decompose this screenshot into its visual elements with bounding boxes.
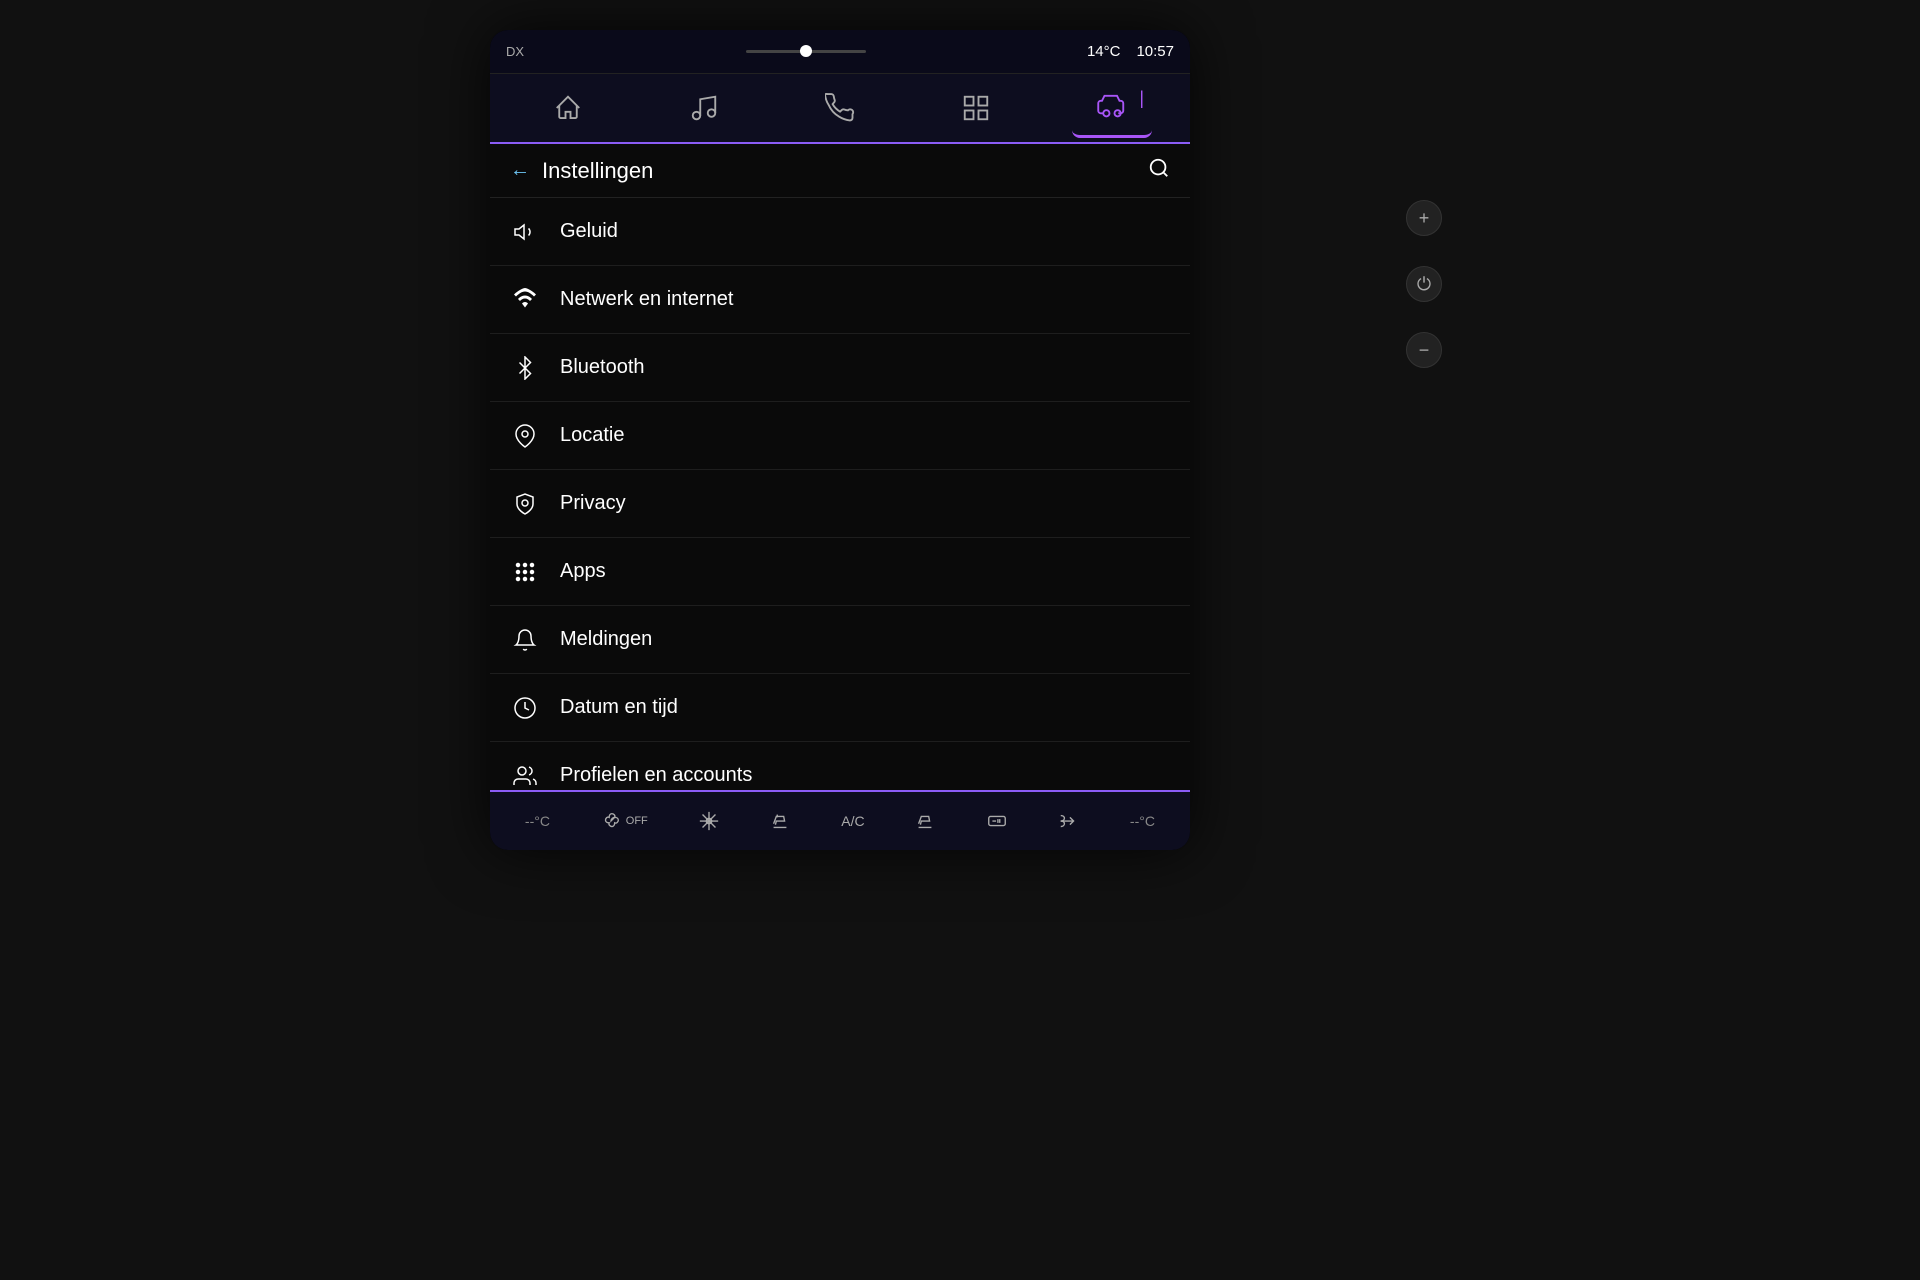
infotainment-screen: DX 14°C 10:57	[490, 30, 1190, 850]
settings-item-datum[interactable]: Datum en tijd	[490, 674, 1190, 742]
ac-button[interactable]: A/C	[841, 813, 864, 829]
privacy-icon	[510, 489, 540, 519]
defrost-rear[interactable]	[986, 810, 1008, 832]
locatie-label: Locatie	[560, 424, 625, 447]
meldingen-label: Meldingen	[560, 628, 652, 651]
back-button[interactable]: ←	[510, 159, 530, 182]
defrost-front[interactable]	[698, 810, 720, 832]
tab-apps[interactable]	[936, 78, 1016, 138]
settings-list: Geluid Netwerk en internet	[490, 198, 1190, 790]
tab-media[interactable]	[664, 78, 744, 138]
volume-slider[interactable]	[746, 50, 866, 53]
settings-item-profielen[interactable]: Profielen en accounts	[490, 742, 1190, 790]
fan-label: OFF	[626, 815, 648, 827]
heated-seat-passenger[interactable]	[914, 810, 936, 832]
settings-item-meldingen[interactable]: Meldingen	[490, 606, 1190, 674]
temperature-display: 14°C	[1087, 43, 1121, 60]
settings-item-privacy[interactable]: Privacy	[490, 470, 1190, 538]
navigation-tabs: |	[490, 74, 1190, 144]
sound-icon	[510, 217, 540, 247]
settings-item-bluetooth[interactable]: Bluetooth	[490, 334, 1190, 402]
car-background: DX 14°C 10:57	[0, 0, 1920, 1280]
geluid-label: Geluid	[560, 220, 618, 243]
signal-indicator: DX	[506, 44, 524, 59]
page-title: Instellingen	[542, 158, 653, 184]
settings-item-locatie[interactable]: Locatie	[490, 402, 1190, 470]
profiles-icon	[510, 761, 540, 791]
settings-item-apps[interactable]: Apps	[490, 538, 1190, 606]
settings-item-netwerk[interactable]: Netwerk en internet	[490, 266, 1190, 334]
temp-right[interactable]: --°C	[1130, 813, 1155, 829]
bluetooth-label: Bluetooth	[560, 356, 645, 379]
status-bar: DX 14°C 10:57	[490, 30, 1190, 74]
airflow-control[interactable]	[1058, 810, 1080, 832]
climate-bar: --°C OFF	[490, 790, 1190, 850]
settings-item-geluid[interactable]: Geluid	[490, 198, 1190, 266]
apps-icon	[510, 557, 540, 587]
volume-plus-button[interactable]: +	[1406, 200, 1442, 236]
temp-left[interactable]: --°C	[525, 813, 550, 829]
netwerk-label: Netwerk en internet	[560, 288, 733, 311]
apps-label: Apps	[560, 560, 606, 583]
profielen-label: Profielen en accounts	[560, 764, 752, 787]
side-volume-controls: + ⏻ −	[1406, 200, 1442, 368]
location-icon	[510, 421, 540, 451]
fan-control[interactable]: OFF	[600, 810, 648, 832]
bluetooth-icon	[510, 353, 540, 383]
tab-car[interactable]: |	[1072, 78, 1152, 138]
settings-header: ← Instellingen	[490, 144, 1190, 198]
time-display: 10:57	[1136, 43, 1174, 60]
clock-icon	[510, 693, 540, 723]
power-button[interactable]: ⏻	[1406, 266, 1442, 302]
tab-phone[interactable]	[800, 78, 880, 138]
tab-home[interactable]	[528, 78, 608, 138]
wifi-icon	[510, 285, 540, 315]
search-button[interactable]	[1148, 157, 1170, 185]
datum-label: Datum en tijd	[560, 696, 678, 719]
volume-minus-button[interactable]: −	[1406, 332, 1442, 368]
privacy-label: Privacy	[560, 492, 626, 515]
notifications-icon	[510, 625, 540, 655]
heated-seat-driver[interactable]	[769, 810, 791, 832]
